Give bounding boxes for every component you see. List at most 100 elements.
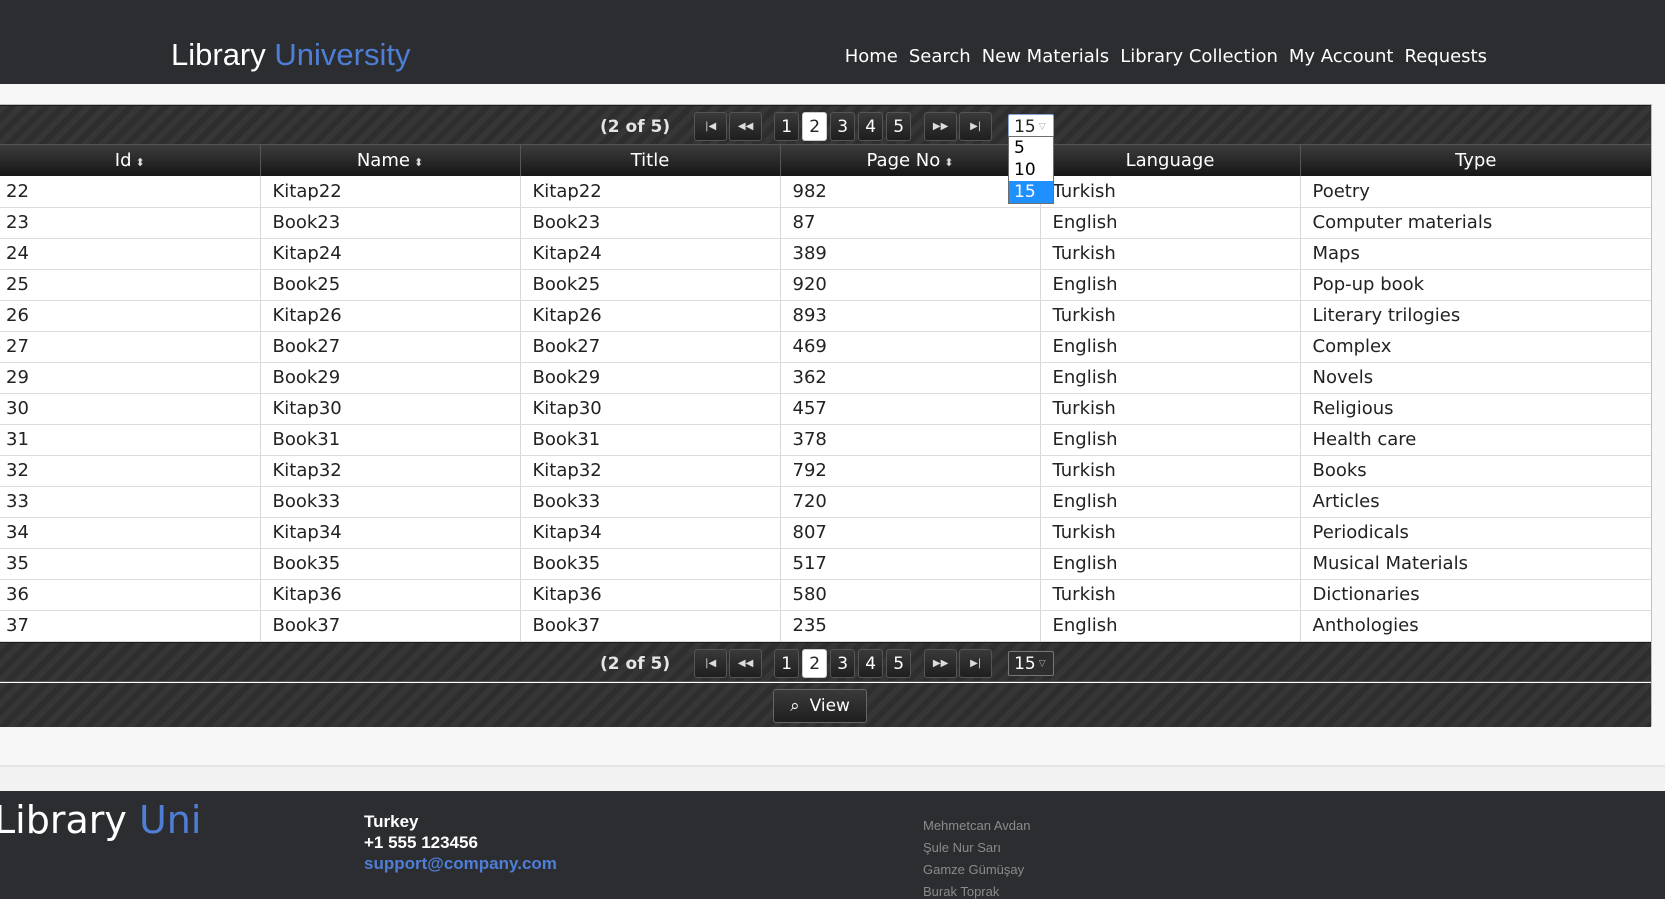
last-page-icon: ▶| bbox=[970, 121, 982, 132]
page-report: (2 of 5) bbox=[600, 653, 671, 674]
footer-logo: Library Uni bbox=[0, 798, 201, 842]
table-row[interactable]: 22 Kitap22 Kitap22 982 Turkish Poetry bbox=[0, 176, 1651, 208]
page-5-button[interactable]: 5 bbox=[886, 649, 912, 678]
cell-language: Turkish bbox=[1040, 300, 1301, 332]
cell-id: 36 bbox=[0, 579, 261, 611]
brand-logo[interactable]: Library University bbox=[171, 37, 410, 73]
prev-page-button[interactable]: ◀◀ bbox=[729, 112, 763, 141]
cell-language: Turkish bbox=[1040, 238, 1301, 270]
cell-name: Kitap30 bbox=[260, 393, 521, 425]
rows-option-10[interactable]: 10 bbox=[1009, 159, 1053, 181]
cell-name: Book33 bbox=[260, 486, 521, 518]
cell-language: Turkish bbox=[1040, 455, 1301, 487]
rows-option-5[interactable]: 5 bbox=[1009, 137, 1053, 159]
first-page-button[interactable]: |◀ bbox=[694, 649, 728, 678]
last-page-button[interactable]: ▶| bbox=[959, 112, 993, 141]
nav-new-materials[interactable]: New Materials bbox=[982, 46, 1110, 67]
nav-requests[interactable]: Requests bbox=[1405, 46, 1488, 67]
page-1-button[interactable]: 1 bbox=[774, 649, 800, 678]
cell-id: 26 bbox=[0, 300, 261, 332]
page-2-button[interactable]: 2 bbox=[802, 112, 828, 141]
cell-page-no: 469 bbox=[780, 331, 1041, 363]
cell-type: Anthologies bbox=[1300, 610, 1651, 642]
rows-per-page-select-bottom[interactable]: 15 ▽ bbox=[1008, 651, 1055, 676]
table-row[interactable]: 31 Book31 Book31 378 English Health care bbox=[0, 424, 1651, 456]
table-row[interactable]: 32 Kitap32 Kitap32 792 Turkish Books bbox=[0, 455, 1651, 487]
contact-info: Turkey +1 555 123456 support@company.com bbox=[364, 811, 557, 874]
content-area: (2 of 5) |◀ ◀◀ 1 2 3 4 5 ▶▶ ▶| 15 ▽ Id ⬍… bbox=[0, 84, 1665, 767]
cell-id: 32 bbox=[0, 455, 261, 487]
cell-language: English bbox=[1040, 548, 1301, 580]
table-row[interactable]: 23 Book23 Book23 87 English Computer material… bbox=[0, 207, 1651, 239]
table-row[interactable]: 33 Book33 Book33 720 English Articles bbox=[0, 486, 1651, 518]
nav-home[interactable]: Home bbox=[845, 46, 898, 67]
rows-option-15[interactable]: 15 bbox=[1009, 181, 1053, 203]
table-row[interactable]: 35 Book35 Book35 517 English Musical Material… bbox=[0, 548, 1651, 580]
cell-page-no: 807 bbox=[780, 517, 1041, 549]
contact-email-link[interactable]: support@company.com bbox=[364, 853, 557, 874]
page-2-button[interactable]: 2 bbox=[802, 649, 828, 678]
next-page-icon: ▶▶ bbox=[932, 658, 949, 669]
table-row[interactable]: 30 Kitap30 Kitap30 457 Turkish Religious bbox=[0, 393, 1651, 425]
col-type-header: Type bbox=[1300, 145, 1651, 176]
cell-name: Kitap32 bbox=[260, 455, 521, 487]
table-row[interactable]: 25 Book25 Book25 920 English Pop-up book bbox=[0, 269, 1651, 301]
cell-id: 22 bbox=[0, 176, 261, 208]
col-name-header[interactable]: Name ⬍ bbox=[260, 145, 521, 176]
cell-page-no: 457 bbox=[780, 393, 1041, 425]
page-4-button[interactable]: 4 bbox=[858, 649, 884, 678]
next-page-icon: ▶▶ bbox=[932, 121, 949, 132]
page-3-button[interactable]: 3 bbox=[830, 649, 856, 678]
cell-page-no: 362 bbox=[780, 362, 1041, 394]
cell-id: 31 bbox=[0, 424, 261, 456]
cell-page-no: 720 bbox=[780, 486, 1041, 518]
cell-title: Kitap30 bbox=[520, 393, 781, 425]
table-row[interactable]: 26 Kitap26 Kitap26 893 Turkish Literary trilo… bbox=[0, 300, 1651, 332]
cell-id: 37 bbox=[0, 610, 261, 642]
cell-id: 29 bbox=[0, 362, 261, 394]
cell-title: Kitap36 bbox=[520, 579, 781, 611]
table-row[interactable]: 24 Kitap24 Kitap24 389 Turkish Maps bbox=[0, 238, 1651, 270]
site-header: Library University Home Search New Mater… bbox=[0, 0, 1665, 84]
table-row[interactable]: 34 Kitap34 Kitap34 807 Turkish Periodicals bbox=[0, 517, 1651, 549]
col-language-header: Language bbox=[1040, 145, 1301, 176]
table-header-row: Id ⬍ Name ⬍ Title Page No ⬍ Language Type bbox=[0, 145, 1651, 176]
table-row[interactable]: 27 Book27 Book27 469 English Complex bbox=[0, 331, 1651, 363]
brand-accent: University bbox=[274, 37, 411, 72]
page-4-button[interactable]: 4 bbox=[858, 112, 884, 141]
col-language-label: Language bbox=[1125, 150, 1215, 171]
footer-logo-accent: Uni bbox=[138, 798, 202, 842]
col-id-header[interactable]: Id ⬍ bbox=[0, 145, 261, 176]
table-footer: ⌕ View bbox=[0, 683, 1651, 727]
page-1-button[interactable]: 1 bbox=[774, 112, 800, 141]
nav-library-collection[interactable]: Library Collection bbox=[1120, 46, 1278, 67]
last-page-button[interactable]: ▶| bbox=[959, 649, 993, 678]
prev-page-button[interactable]: ◀◀ bbox=[729, 649, 763, 678]
cell-type: Musical Materials bbox=[1300, 548, 1651, 580]
cell-page-no: 920 bbox=[780, 269, 1041, 301]
rows-per-page-options: 5 10 15 bbox=[1008, 136, 1054, 204]
first-page-button[interactable]: |◀ bbox=[694, 112, 728, 141]
team-member: Gamze Gümüşay bbox=[923, 862, 1025, 877]
table-body: 22 Kitap22 Kitap22 982 Turkish Poetry 23 Book23… bbox=[0, 176, 1651, 642]
first-page-icon: |◀ bbox=[705, 658, 717, 669]
cell-language: Turkish bbox=[1040, 393, 1301, 425]
next-page-button[interactable]: ▶▶ bbox=[924, 649, 958, 678]
page-5-button[interactable]: 5 bbox=[886, 112, 912, 141]
page-3-button[interactable]: 3 bbox=[830, 112, 856, 141]
table-row[interactable]: 36 Kitap36 Kitap36 580 Turkish Dictionaries bbox=[0, 579, 1651, 611]
nav-search[interactable]: Search bbox=[909, 46, 971, 67]
col-pageno-header[interactable]: Page No ⬍ bbox=[780, 145, 1041, 176]
table-row[interactable]: 29 Book29 Book29 362 English Novels bbox=[0, 362, 1651, 394]
cell-title: Book25 bbox=[520, 269, 781, 301]
rows-per-page-value: 15 bbox=[1014, 653, 1036, 674]
next-page-button[interactable]: ▶▶ bbox=[924, 112, 958, 141]
cell-title: Book29 bbox=[520, 362, 781, 394]
view-button[interactable]: ⌕ View bbox=[773, 689, 867, 723]
cell-type: Periodicals bbox=[1300, 517, 1651, 549]
contact-country: Turkey bbox=[364, 812, 419, 831]
nav-my-account[interactable]: My Account bbox=[1289, 46, 1394, 67]
col-name-label: Name bbox=[356, 150, 410, 171]
cell-id: 33 bbox=[0, 486, 261, 518]
table-row[interactable]: 37 Book37 Book37 235 English Anthologies bbox=[0, 610, 1651, 642]
